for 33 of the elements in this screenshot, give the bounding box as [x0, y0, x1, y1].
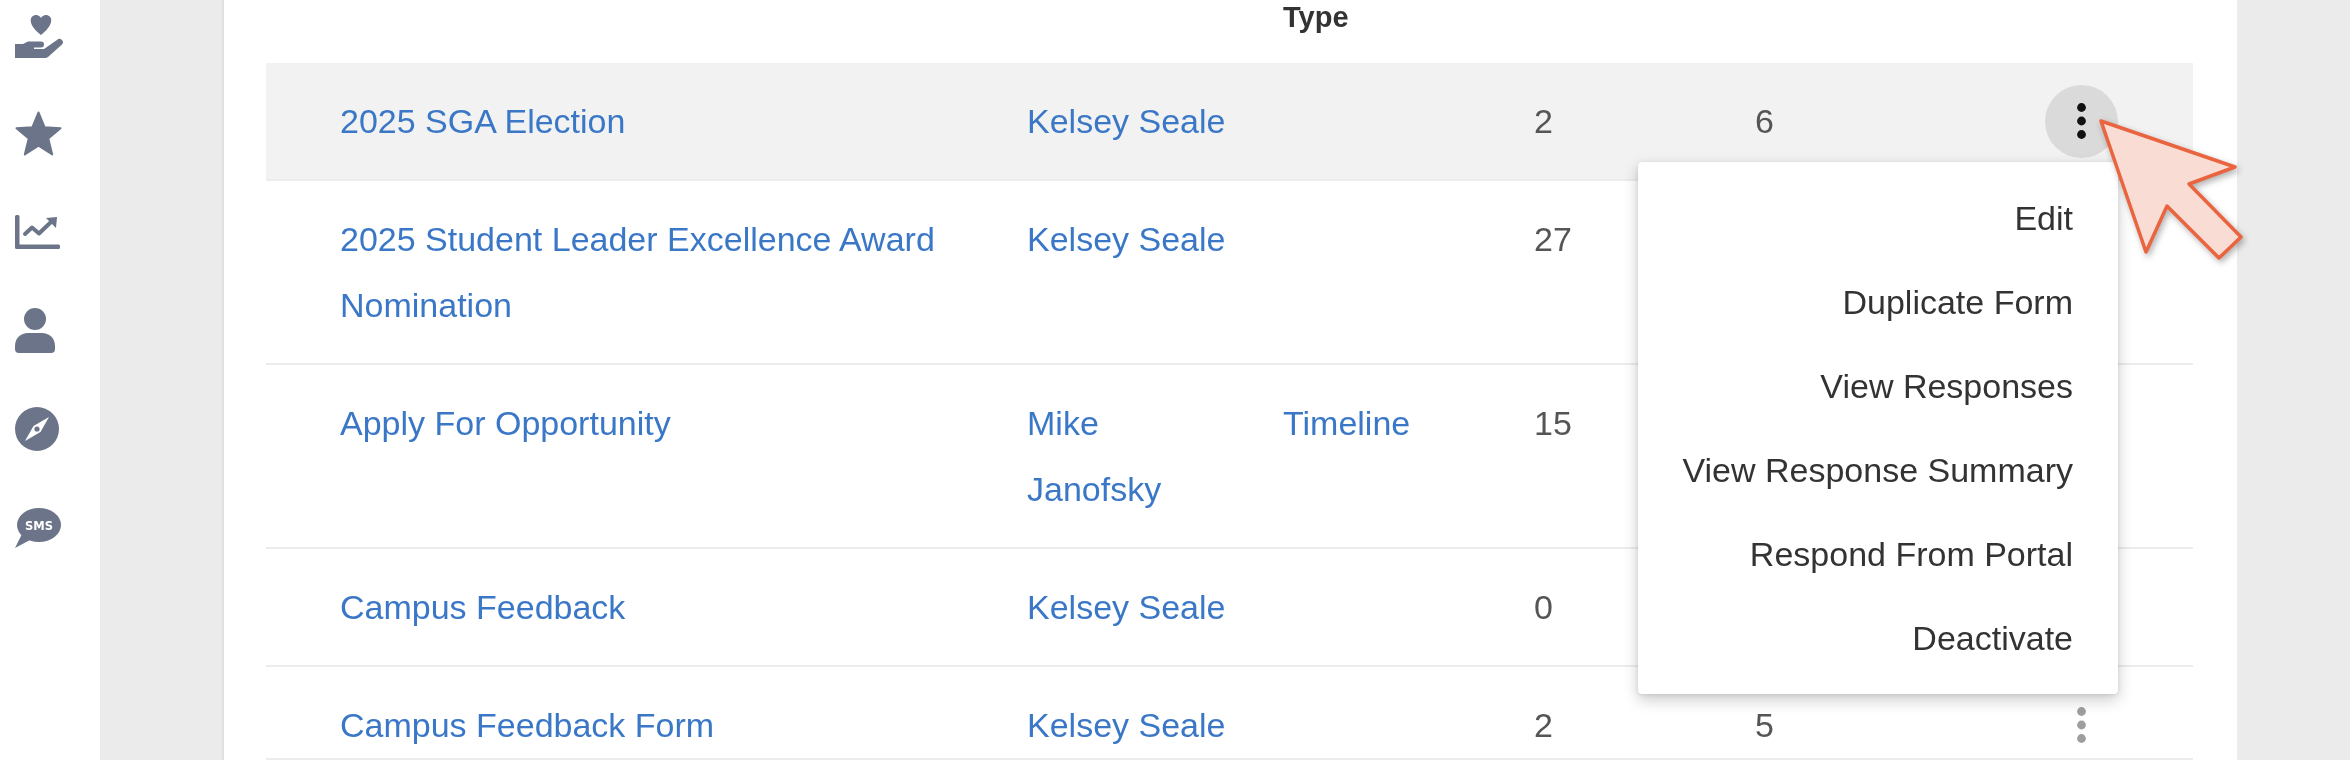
- form-title-link[interactable]: 2025 Student Leader Excellence Award Nomination: [340, 206, 980, 338]
- menu-item[interactable]: View Response Summary: [1638, 428, 2118, 512]
- person-name-link[interactable]: Kelsey Seale: [1027, 88, 1226, 154]
- form-title-link[interactable]: 2025 SGA Election: [340, 88, 626, 154]
- form-title-link[interactable]: Campus Feedback: [340, 574, 626, 640]
- person-name-link[interactable]: Mike Janofsky: [1027, 390, 1233, 522]
- count-value: 5: [1755, 706, 1774, 744]
- menu-item[interactable]: Duplicate Form: [1638, 260, 2118, 344]
- menu-item[interactable]: Deactivate: [1638, 596, 2118, 680]
- count-value: 0: [1534, 588, 1553, 626]
- menu-item[interactable]: Edit: [1638, 176, 2118, 260]
- more-icon: [2077, 103, 2086, 139]
- count-value: 27: [1534, 220, 1572, 258]
- compass-icon[interactable]: [15, 407, 59, 451]
- person-name-link[interactable]: Kelsey Seale: [1027, 574, 1226, 640]
- form-title-link[interactable]: Apply For Opportunity: [340, 390, 671, 456]
- menu-item[interactable]: Respond From Portal: [1638, 512, 2118, 596]
- person-name-link[interactable]: Kelsey Seale: [1027, 206, 1226, 272]
- column-header: Type: [1283, 1, 1349, 33]
- person-icon[interactable]: [15, 308, 55, 353]
- form-title-link[interactable]: Campus Feedback Form: [340, 692, 715, 758]
- person-name-link[interactable]: Kelsey Seale: [1027, 692, 1226, 758]
- type-link[interactable]: Timeline: [1283, 390, 1411, 456]
- count-value: 15: [1534, 404, 1572, 442]
- trend-chart-icon[interactable]: [15, 215, 60, 249]
- count-value: 2: [1534, 706, 1553, 744]
- hand-heart-icon[interactable]: [15, 12, 65, 58]
- menu-item[interactable]: View Responses: [1638, 344, 2118, 428]
- count-value: 6: [1755, 102, 1774, 140]
- cursor-arrow-icon: [2098, 118, 2244, 261]
- star-icon[interactable]: [15, 110, 62, 157]
- count-value: 2: [1534, 102, 1553, 140]
- more-icon: [2077, 707, 2086, 743]
